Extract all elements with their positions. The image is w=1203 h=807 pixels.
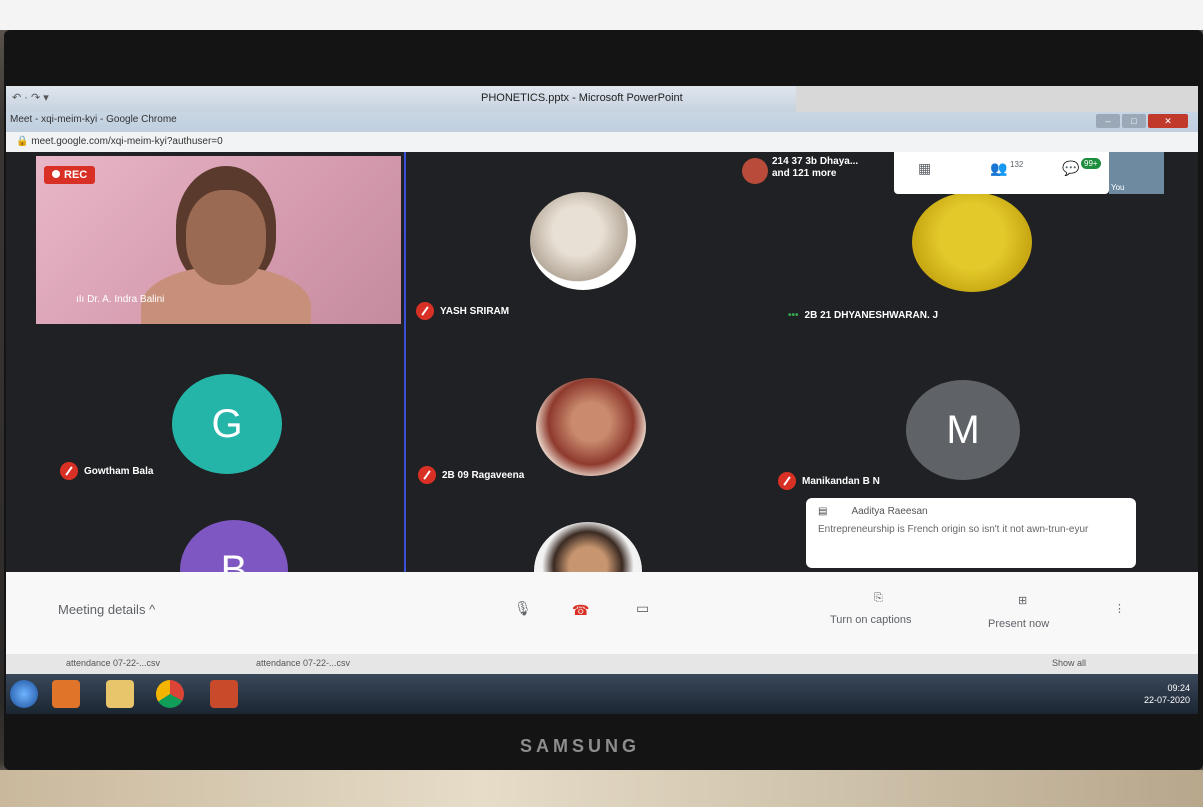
present-icon[interactable]: ⊞	[1018, 594, 1027, 607]
layout-grid-icon[interactable]: ▦	[918, 160, 931, 177]
camera-icon[interactable]: ▭	[636, 600, 649, 617]
more-options-icon[interactable]: ⋮	[1114, 602, 1125, 615]
participant-avatar: G	[172, 374, 282, 474]
mic-off-icon	[416, 302, 434, 320]
participant-name-tile: ••• 2B 21 DHYANESHWARAN. J	[788, 310, 939, 321]
microphone-icon[interactable]: 🎙	[514, 600, 532, 617]
meeting-details-button[interactable]: Meeting details ^	[58, 602, 155, 617]
mic-off-icon	[60, 462, 78, 480]
windows-taskbar: 09:24 22-07-2020	[6, 674, 1198, 714]
participant-photo	[536, 378, 646, 476]
captions-button[interactable]: Turn on captions	[830, 614, 912, 626]
meet-top-controls: ▦ 👥 132 💬 99+	[894, 152, 1109, 194]
participant-photo	[530, 192, 636, 290]
newspaper-desk	[0, 770, 1203, 807]
chat-message: Entrepreneurship is French origin so isn…	[818, 524, 1089, 535]
meet-grid: REC ıIı Dr. A. Indra Balini YASH SRIRAM …	[6, 152, 1198, 620]
captions-icon[interactable]: ⎘	[874, 592, 883, 605]
window-controls: – □ ✕	[1096, 114, 1188, 128]
quick-access-toolbar[interactable]: ↶ · ↷ ▾	[12, 91, 49, 104]
record-dot-icon	[52, 170, 60, 178]
system-clock: 09:24 22-07-2020	[1143, 683, 1190, 705]
participant-name-tile: YASH SRIRAM	[416, 302, 509, 320]
minimize-button[interactable]: –	[1096, 114, 1120, 128]
chat-icon[interactable]: 💬	[1062, 160, 1079, 177]
recording-badge: REC	[44, 166, 96, 184]
mic-off-icon	[418, 466, 436, 484]
chrome-tab-title[interactable]: Meet - xqi-meim-kyi - Google Chrome	[10, 114, 177, 125]
host-name-label: ıIı Dr. A. Indra Balini	[76, 294, 165, 305]
participant-name-tile: Gowtham Bala	[60, 462, 153, 480]
url-text: meet.google.com/xqi-meim-kyi?authuser=0	[31, 136, 223, 147]
host-video-tile[interactable]: REC ıIı Dr. A. Indra Balini	[36, 156, 401, 324]
participant-name-tile: Manikandan B N	[778, 472, 880, 490]
chrome-icon[interactable]	[156, 680, 184, 708]
self-view-label: You	[1111, 183, 1125, 192]
people-count: 132	[1010, 160, 1024, 169]
chat-author: Aaditya Raeesan	[851, 506, 928, 517]
maximize-button[interactable]: □	[1122, 114, 1146, 128]
present-button[interactable]: Present now	[988, 618, 1049, 630]
participant-avatar: M	[906, 380, 1020, 480]
participants-summary-text: 214 37 3b Dhaya... and 121 more	[772, 156, 859, 179]
address-bar[interactable]: 🔒 meet.google.com/xqi-meim-kyi?authuser=…	[6, 132, 1198, 152]
powerpoint-title-bar: ↶ · ↷ ▾ PHONETICS.pptx - Microsoft Power…	[6, 86, 796, 112]
host-face	[186, 190, 266, 285]
start-icon[interactable]	[10, 680, 38, 708]
participant-photo	[912, 192, 1032, 292]
chrome-window: Meet - xqi-meim-kyi - Google Chrome – □ …	[6, 112, 1198, 152]
hang-up-icon[interactable]: ☎	[572, 602, 589, 619]
download-item[interactable]: attendance 07-22-...csv	[66, 658, 160, 668]
meet-bottom-bar: Meeting details ^ 🎙 ☎ ▭ ⎘ Turn on captio…	[6, 572, 1198, 654]
powerpoint-window-title: PHONETICS.pptx - Microsoft PowerPoint	[481, 92, 683, 104]
pinned-divider	[404, 152, 406, 572]
lock-icon: 🔒	[16, 136, 32, 147]
chat-message-icon: ▤	[818, 506, 828, 517]
powerpoint-icon[interactable]	[210, 680, 238, 708]
chat-notification[interactable]: ▤ Aaditya Raeesan Entrepreneurship is Fre…	[806, 498, 1136, 568]
folder-icon[interactable]	[106, 680, 134, 708]
downloads-bar: attendance 07-22-...csv attendance 07-22…	[6, 654, 1198, 674]
close-button[interactable]: ✕	[1148, 114, 1188, 128]
download-item[interactable]: attendance 07-22-...csv	[256, 658, 350, 668]
monitor-brand-logo: SAMSUNG	[520, 736, 641, 756]
monitor-screen: ↶ · ↷ ▾ PHONETICS.pptx - Microsoft Power…	[6, 86, 1198, 714]
media-player-icon[interactable]	[52, 680, 80, 708]
participant-summary-avatar	[742, 158, 768, 184]
chat-badge: 99+	[1081, 158, 1101, 169]
self-view-tile[interactable]: You	[1109, 152, 1164, 194]
show-all-button[interactable]: Show all	[1052, 658, 1086, 668]
speaking-dots-icon: •••	[788, 310, 799, 321]
participant-name-tile: 2B 09 Ragaveena	[418, 466, 524, 484]
people-icon[interactable]: 👥	[990, 160, 1007, 177]
mic-off-icon	[778, 472, 796, 490]
